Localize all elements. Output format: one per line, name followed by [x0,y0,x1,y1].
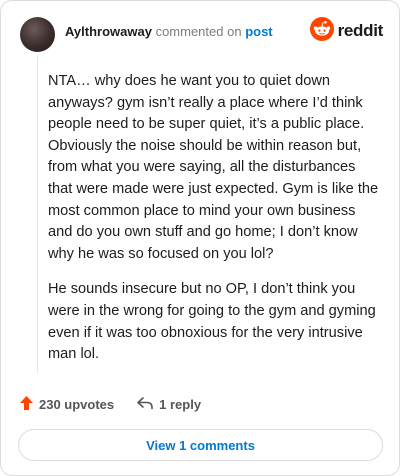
reply-arrow-icon [136,396,159,413]
reddit-alien-icon [309,16,334,46]
comment-header: Aylthrowaway commented on post reddit [20,16,383,52]
reddit-logo[interactable]: reddit [309,16,384,46]
comment-card: Aylthrowaway commented on post reddit NT… [0,0,400,476]
post-link[interactable]: post [245,24,272,39]
comment-paragraph: He sounds insecure but no OP, I don’t th… [48,281,376,363]
thread-line[interactable] [37,55,38,373]
reply-button[interactable]: 1 reply [136,396,201,413]
comment-meta: Aylthrowaway commented on post [65,24,273,39]
avatar[interactable] [20,16,55,52]
action-text: commented on [155,23,242,39]
upvote-arrow-icon [19,395,39,414]
comment-actions: 230 upvotes 1 reply [19,395,201,414]
view-comments-button[interactable]: View 1 comments [18,429,383,461]
upvote-count: 230 upvotes [39,397,115,412]
upvote-button[interactable]: 230 upvotes [19,395,114,414]
comment-body: NTA… why does he want you to quiet down … [48,71,381,380]
comment-paragraph: NTA… why does he want you to quiet down … [48,73,379,262]
reply-count: 1 reply [159,397,202,412]
reddit-wordmark: reddit [337,21,384,40]
username-link[interactable]: Aylthrowaway [65,24,152,39]
